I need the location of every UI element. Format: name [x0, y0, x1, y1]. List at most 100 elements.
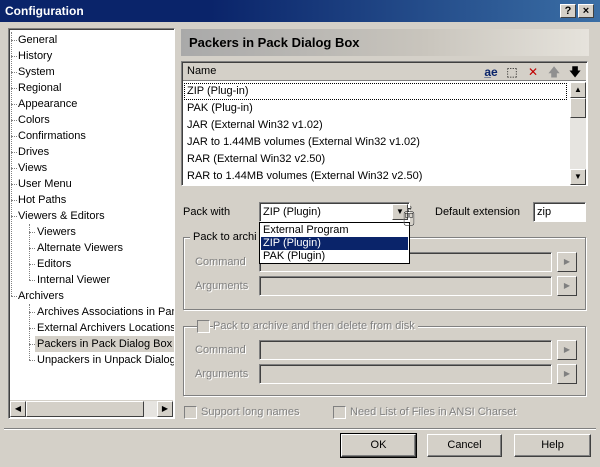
- pack-delete-label: Pack to archive and then delete from dis…: [213, 320, 418, 332]
- bottom-separator: [4, 428, 596, 430]
- column-header-name[interactable]: Name: [187, 65, 216, 77]
- rename-icon[interactable]: a̲e: [482, 65, 500, 79]
- arguments-browse-button-2[interactable]: ▶: [557, 364, 577, 384]
- ok-button[interactable]: OK: [340, 433, 417, 458]
- list-item[interactable]: JAR to 1.44MB volumes (External Win32 v1…: [184, 134, 567, 151]
- command-label-2: Command: [195, 344, 246, 356]
- pack-group-title: Pack to archi: [190, 231, 260, 243]
- cancel-button[interactable]: Cancel: [427, 434, 502, 457]
- close-title-button[interactable]: ×: [578, 4, 594, 18]
- list-item[interactable]: ZIP (Plug-in): [184, 83, 567, 100]
- help-icon: ?: [564, 5, 572, 17]
- arrow-right-icon: ▶: [563, 281, 571, 290]
- settings-tree[interactable]: General History System Regional Appearance Co…: [8, 28, 175, 419]
- dropdown-option[interactable]: PAK (Plugin): [261, 250, 408, 263]
- tree-item[interactable]: System: [16, 64, 57, 80]
- list-scroll-down-button[interactable]: ▼: [570, 169, 586, 185]
- tree-item[interactable]: Viewers: [35, 224, 78, 240]
- command-input-2[interactable]: [259, 340, 552, 360]
- support-long-names-checkbox[interactable]: [184, 406, 197, 419]
- pack-with-value: ZIP (Plugin): [263, 206, 321, 218]
- default-extension-label: Default extension: [435, 206, 520, 218]
- ok-label: OK: [370, 439, 387, 451]
- arguments-input-2[interactable]: [259, 364, 552, 384]
- tree-connector: [29, 224, 30, 280]
- tree-scroll-right-button[interactable]: ▶: [157, 401, 173, 417]
- tree-item[interactable]: Internal Viewer: [35, 272, 112, 288]
- tree-item[interactable]: Packers in Pack Dialog Box: [35, 336, 174, 352]
- list-item[interactable]: RAR to 1.44MB volumes (External Win32 v2…: [184, 168, 567, 185]
- page-header: Packers in Pack Dialog Box: [181, 29, 589, 56]
- tree-item[interactable]: Hot Paths: [16, 192, 68, 208]
- delete-icon[interactable]: ✕: [524, 65, 542, 79]
- tree-item[interactable]: Archives Associations in Pan: [35, 304, 174, 320]
- need-list-ansi-label: Need List of Files in ANSI Charset: [350, 406, 517, 418]
- new-item-icon[interactable]: ⬚: [503, 65, 521, 79]
- tree-item[interactable]: Editors: [35, 256, 73, 272]
- arrow-down-icon: ▼: [574, 172, 582, 181]
- tree-item[interactable]: Drives: [16, 144, 51, 160]
- arrow-right-icon: ▶: [563, 257, 571, 266]
- arguments-label-2: Arguments: [195, 368, 249, 380]
- list-item[interactable]: PAK (Plug-in): [184, 100, 567, 117]
- arrow-right-icon: ▶: [563, 345, 571, 354]
- tree-item[interactable]: Alternate Viewers: [35, 240, 125, 256]
- tree-item[interactable]: Regional: [16, 80, 63, 96]
- command-label: Command: [195, 256, 246, 268]
- tree-connector: [29, 280, 35, 281]
- tree-item[interactable]: Unpackers in Unpack Dialog: [35, 352, 174, 368]
- list-item[interactable]: JAR (External Win32 v1.02): [184, 117, 567, 134]
- page-title: Packers in Pack Dialog Box: [189, 35, 360, 50]
- arrow-up-icon: ▲: [574, 85, 582, 94]
- tree-connector: [29, 360, 35, 361]
- tree-scroll-left-button[interactable]: ◀: [10, 401, 26, 417]
- tree-item[interactable]: Views: [16, 160, 49, 176]
- tree-connector: [11, 32, 12, 296]
- tree-item[interactable]: Archivers: [16, 288, 66, 304]
- mouse-cursor-icon: 🖰: [403, 205, 415, 227]
- dropdown-option[interactable]: External Program: [261, 224, 408, 237]
- tree-item[interactable]: Colors: [16, 112, 52, 128]
- tree-connector: [29, 304, 30, 360]
- tree-item[interactable]: General: [16, 32, 59, 48]
- need-list-ansi-checkbox[interactable]: [333, 406, 346, 419]
- arrow-right-icon: ▶: [161, 404, 169, 413]
- move-down-icon[interactable]: 🡇: [566, 65, 584, 79]
- title-bar: Configuration ? ×: [0, 0, 600, 22]
- tree-item[interactable]: Confirmations: [16, 128, 88, 144]
- tree-scroll-thumb[interactable]: [26, 401, 144, 417]
- pack-delete-checkbox[interactable]: [197, 320, 210, 333]
- tree-item[interactable]: External Archivers Locations: [35, 320, 174, 336]
- list-scroll-thumb[interactable]: [570, 98, 586, 118]
- pack-with-label: Pack with: [183, 206, 231, 218]
- arguments-browse-button[interactable]: ▶: [557, 276, 577, 296]
- default-extension-value: zip: [537, 206, 552, 218]
- list-scroll-up-button[interactable]: ▲: [570, 82, 586, 98]
- command-browse-button[interactable]: ▶: [557, 252, 577, 272]
- tree-item[interactable]: User Menu: [16, 176, 74, 192]
- packers-list[interactable]: Name a̲e ⬚ ✕ 🡅 🡇 ZIP (Plug-in) PAK (Plug-…: [181, 61, 588, 186]
- command-browse-button-2[interactable]: ▶: [557, 340, 577, 360]
- pack-with-dropdown[interactable]: External Program ZIP (Plugin) PAK (Plugin): [259, 222, 410, 264]
- arrow-right-icon: ▶: [563, 369, 571, 378]
- help-button[interactable]: Help: [514, 434, 591, 457]
- help-title-button[interactable]: ?: [560, 4, 576, 18]
- list-item[interactable]: RAR (External Win32 v2.50): [184, 151, 567, 168]
- cancel-label: Cancel: [447, 439, 482, 451]
- tree-connector: [11, 296, 17, 297]
- support-long-names-label: Support long names: [201, 406, 300, 418]
- tree-item[interactable]: History: [16, 48, 54, 64]
- default-extension-input[interactable]: zip: [533, 202, 586, 222]
- list-header: Name a̲e ⬚ ✕ 🡅 🡇: [183, 63, 586, 81]
- move-up-icon[interactable]: 🡅: [545, 65, 563, 79]
- arguments-label: Arguments: [195, 280, 249, 292]
- tree-item[interactable]: Appearance: [16, 96, 79, 112]
- dropdown-option[interactable]: ZIP (Plugin): [261, 237, 408, 250]
- pack-with-combo[interactable]: ZIP (Plugin) ▼: [259, 202, 410, 222]
- help-label: Help: [541, 439, 564, 451]
- arguments-input[interactable]: [259, 276, 552, 296]
- window-title: Configuration: [5, 4, 84, 18]
- tree-item[interactable]: Viewers & Editors: [16, 208, 107, 224]
- arrow-left-icon: ◀: [14, 404, 22, 413]
- pack-delete-group: [183, 326, 586, 396]
